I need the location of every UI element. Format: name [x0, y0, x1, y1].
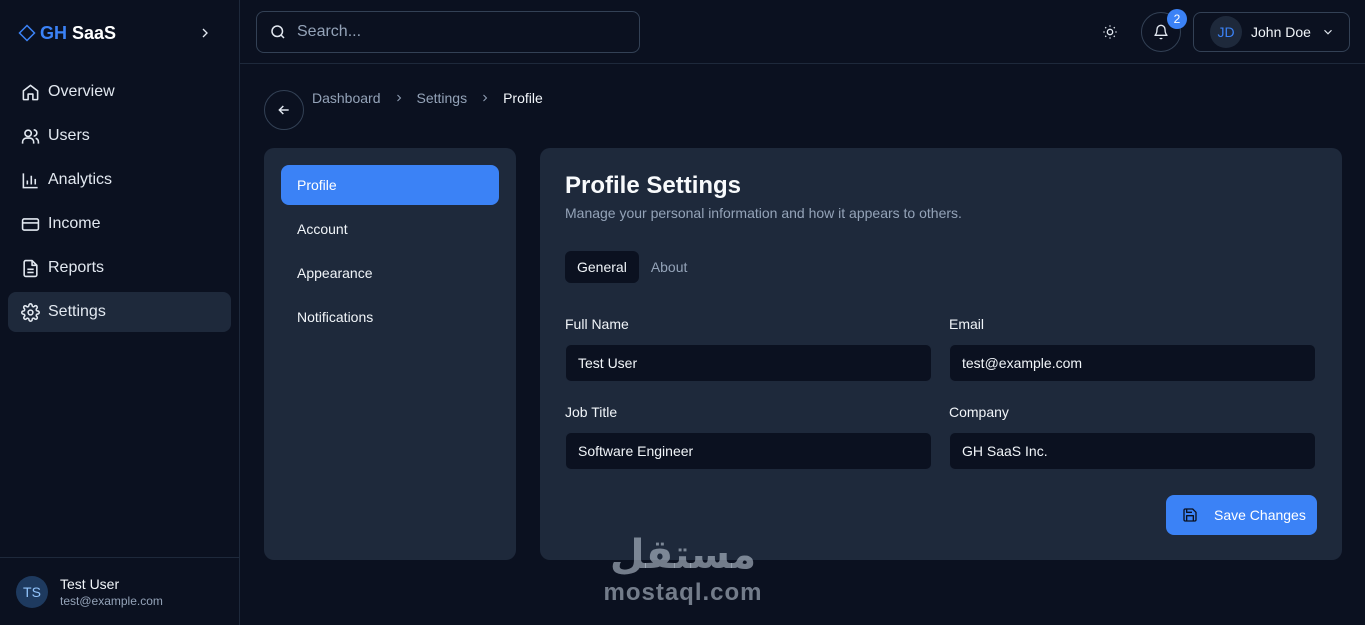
- breadcrumb-settings[interactable]: Settings: [417, 90, 468, 106]
- back-button[interactable]: [264, 90, 304, 130]
- search-box[interactable]: [256, 11, 640, 53]
- brand: GH SaaS: [16, 20, 216, 46]
- sidebar-item-label: Analytics: [48, 171, 113, 188]
- sidebar-item-reports[interactable]: Reports: [8, 248, 231, 288]
- avatar: TS: [16, 575, 48, 608]
- sidebar-item-label: Reports: [48, 259, 105, 276]
- page-subtitle: Manage your personal information and how…: [565, 205, 962, 221]
- tab-general[interactable]: General: [565, 251, 639, 283]
- email-label: Email: [949, 316, 985, 332]
- chevron-right-icon: [393, 92, 405, 104]
- settings-nav: Profile Account Appearance Notifications: [264, 148, 516, 560]
- settings-nav-notifications[interactable]: Notifications: [281, 297, 499, 337]
- job-title-label: Job Title: [565, 404, 618, 420]
- page-title: Profile Settings: [565, 172, 742, 199]
- profile-settings-card: Profile Settings Manage your personal in…: [540, 148, 1342, 560]
- sidebar-item-label: Overview: [48, 83, 115, 100]
- company-label: Company: [949, 404, 1009, 420]
- search-input[interactable]: [297, 23, 617, 41]
- sidebar-item-analytics[interactable]: Analytics: [8, 160, 231, 200]
- notifications-button[interactable]: 2: [1141, 9, 1187, 52]
- avatar: JD: [1210, 16, 1242, 48]
- sidebar-user[interactable]: TS Test User test@example.com: [0, 557, 239, 625]
- sidebar-item-label: Settings: [48, 303, 106, 320]
- bell-icon: [1153, 24, 1169, 40]
- sidebar-item-settings[interactable]: Settings: [8, 292, 231, 332]
- breadcrumb-profile: Profile: [503, 90, 543, 106]
- sidebar-user-info: Test User test@example.com: [60, 576, 163, 608]
- breadcrumb: Dashboard Settings Profile: [312, 89, 543, 107]
- user-menu-button[interactable]: JD John Doe: [1193, 12, 1350, 52]
- chevron-right-icon[interactable]: [194, 22, 216, 44]
- watermark-latin: mostaql.com: [603, 579, 763, 606]
- bar-chart-icon: [20, 170, 40, 190]
- job-title-field[interactable]: [565, 432, 932, 470]
- settings-nav-account[interactable]: Account: [281, 209, 499, 249]
- sidebar-item-overview[interactable]: Overview: [8, 72, 231, 112]
- save-changes-button[interactable]: Save Changes: [1166, 495, 1317, 535]
- sidebar-user-name: Test User: [60, 575, 120, 592]
- user-menu-name: John Doe: [1251, 24, 1311, 40]
- sidebar-item-users[interactable]: Users: [8, 116, 231, 156]
- save-changes-label: Save Changes: [1214, 507, 1306, 523]
- topbar: 2 JD John Doe: [240, 0, 1365, 64]
- brand-suffix: SaaS: [72, 22, 117, 43]
- floppy-disk-icon: [1182, 507, 1198, 523]
- search-icon: [269, 23, 287, 41]
- email-field[interactable]: [949, 344, 1316, 382]
- sun-icon: [1102, 24, 1118, 40]
- arrow-left-icon: [276, 102, 292, 118]
- theme-toggle-button[interactable]: [1092, 14, 1128, 50]
- brand-prefix: GH: [40, 22, 67, 43]
- credit-card-icon: [20, 214, 40, 234]
- settings-nav-profile[interactable]: Profile: [281, 165, 499, 205]
- tab-about[interactable]: About: [639, 251, 700, 283]
- sidebar-nav: Overview Users Analytics Income Reports: [8, 72, 231, 336]
- profile-tabs: General About: [565, 250, 699, 284]
- watermark: مستقل mostaql.com: [598, 530, 768, 615]
- sidebar-item-label: Income: [48, 215, 101, 232]
- gear-icon: [20, 302, 40, 322]
- brand-name: GH SaaS: [40, 23, 116, 44]
- settings-nav-appearance[interactable]: Appearance: [281, 253, 499, 293]
- notification-count-badge: 2: [1167, 9, 1187, 29]
- full-name-field[interactable]: [565, 344, 932, 382]
- sidebar-item-label: Users: [48, 127, 90, 144]
- breadcrumb-dashboard[interactable]: Dashboard: [312, 90, 381, 106]
- watermark-arabic: مستقل: [609, 532, 757, 578]
- document-icon: [20, 258, 40, 278]
- chevron-down-icon: [1321, 25, 1335, 39]
- users-icon: [20, 126, 40, 146]
- full-name-label: Full Name: [565, 316, 629, 332]
- sidebar-item-income[interactable]: Income: [8, 204, 231, 244]
- sidebar: GH SaaS Overview Users Analytics Income …: [0, 0, 240, 625]
- company-field[interactable]: [949, 432, 1316, 470]
- home-icon: [20, 82, 40, 102]
- chevron-right-icon: [479, 92, 491, 104]
- sidebar-user-email: test@example.com: [60, 593, 163, 608]
- diamond-logo-icon: [16, 22, 38, 44]
